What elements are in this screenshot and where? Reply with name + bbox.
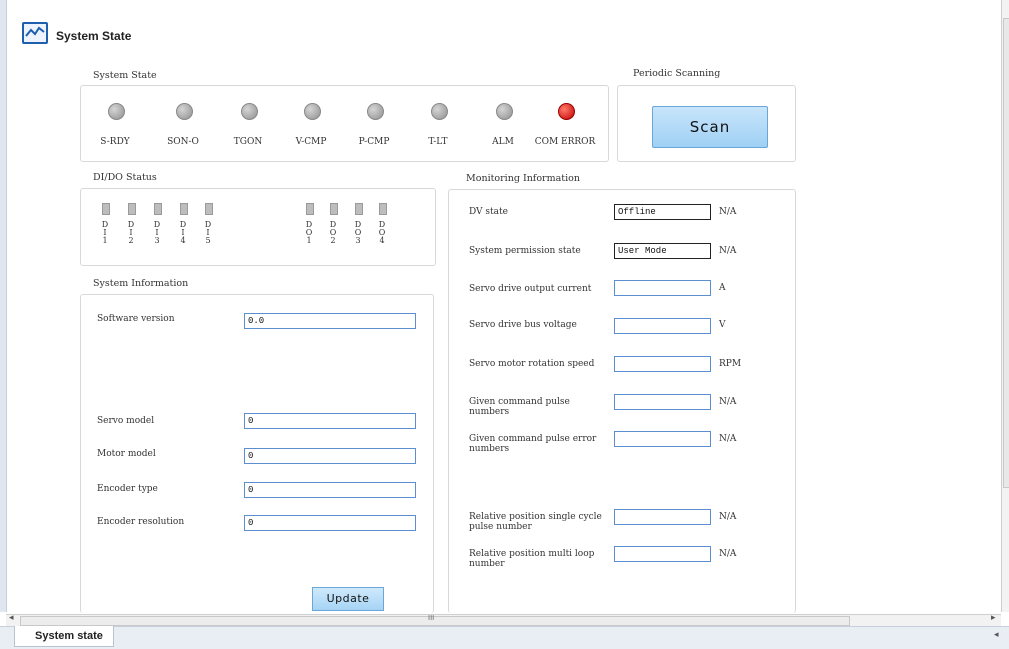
update-button[interactable]: Update bbox=[312, 587, 384, 611]
multi-loop-number-label: Relative position multi loop number bbox=[469, 549, 595, 569]
di-4-indicator bbox=[180, 203, 188, 215]
software-version-field[interactable]: 0.0 bbox=[244, 313, 416, 329]
di-2-label: DI2 bbox=[127, 220, 135, 245]
di-4-label: DI4 bbox=[179, 220, 187, 245]
di-5-label: DI5 bbox=[204, 220, 212, 245]
encoder-resolution-field[interactable]: 0 bbox=[244, 515, 416, 531]
multi-loop-number-unit: N/A bbox=[719, 549, 737, 559]
page-title: System State bbox=[56, 29, 132, 43]
do-1-indicator bbox=[306, 203, 314, 215]
system-permission-state-unit: N/A bbox=[719, 246, 737, 256]
command-pulse-numbers-label: Given command pulse numbers bbox=[469, 397, 570, 417]
system-permission-state-field[interactable]: User Mode bbox=[614, 243, 711, 259]
rotation-speed-label: Servo motor rotation speed bbox=[469, 359, 595, 369]
encoder-resolution-label: Encoder resolution bbox=[97, 517, 185, 527]
led-t-lt bbox=[431, 103, 448, 120]
dido-status-title: DI/DO Status bbox=[93, 172, 157, 183]
led-label-com-error: COM ERROR bbox=[534, 137, 596, 147]
di-1-label: DI1 bbox=[101, 220, 109, 245]
horizontal-scrollbar-thumb[interactable] bbox=[20, 616, 850, 626]
scrollbar-grip: III bbox=[428, 614, 435, 622]
do-3-label: DO3 bbox=[354, 220, 362, 245]
output-current-field[interactable] bbox=[614, 280, 711, 296]
do-3-indicator bbox=[355, 203, 363, 215]
led-label-alm: ALM bbox=[492, 137, 514, 147]
motor-model-field[interactable]: 0 bbox=[244, 448, 416, 464]
led-label-p-cmp: P-CMP bbox=[358, 137, 390, 147]
command-pulse-numbers-unit: N/A bbox=[719, 397, 737, 407]
command-pulse-error-field[interactable] bbox=[614, 431, 711, 447]
led-label-v-cmp: V-CMP bbox=[295, 137, 327, 147]
multi-loop-number-field[interactable] bbox=[614, 546, 711, 562]
scroll-right-arrow-icon[interactable]: ▸ bbox=[991, 613, 996, 623]
led-son-o bbox=[176, 103, 193, 120]
encoder-type-label: Encoder type bbox=[97, 484, 158, 494]
rotation-speed-field[interactable] bbox=[614, 356, 711, 372]
left-panel-edge bbox=[0, 0, 7, 612]
tab-bar bbox=[0, 626, 1009, 649]
led-alm bbox=[496, 103, 513, 120]
single-cycle-pulse-unit: N/A bbox=[719, 512, 737, 522]
dv-state-field[interactable]: Offline bbox=[614, 204, 711, 220]
command-pulse-error-label: Given command pulse error numbers bbox=[469, 434, 597, 454]
led-s-rdy bbox=[108, 103, 125, 120]
encoder-type-field[interactable]: 0 bbox=[244, 482, 416, 498]
software-version-label: Software version bbox=[97, 314, 175, 324]
do-4-label: DO4 bbox=[378, 220, 386, 245]
rotation-speed-unit: RPM bbox=[719, 359, 742, 369]
led-com-error bbox=[558, 103, 575, 120]
led-label-tgon: TGON bbox=[233, 137, 263, 147]
tab-scroll-left-icon[interactable]: ◂ bbox=[994, 630, 999, 640]
scroll-left-arrow-icon[interactable]: ◂ bbox=[9, 613, 14, 623]
led-label-s-rdy: S-RDY bbox=[100, 137, 130, 147]
command-pulse-numbers-field[interactable] bbox=[614, 394, 711, 410]
led-v-cmp bbox=[304, 103, 321, 120]
command-pulse-error-unit: N/A bbox=[719, 434, 737, 444]
led-tgon bbox=[241, 103, 258, 120]
do-2-indicator bbox=[330, 203, 338, 215]
vertical-scrollbar-thumb[interactable] bbox=[1003, 18, 1009, 488]
bus-voltage-label: Servo drive bus voltage bbox=[469, 320, 577, 330]
led-p-cmp bbox=[367, 103, 384, 120]
led-label-son-o: SON-O bbox=[167, 137, 199, 147]
output-current-unit: A bbox=[719, 283, 726, 293]
bus-voltage-unit: V bbox=[719, 320, 726, 330]
servo-model-label: Servo model bbox=[97, 416, 155, 426]
periodic-scanning-title: Periodic Scanning bbox=[633, 68, 721, 79]
monitor-chart-icon bbox=[22, 22, 48, 44]
system-state-panel bbox=[80, 85, 609, 162]
di-5-indicator bbox=[205, 203, 213, 215]
system-state-group-title: System State bbox=[93, 70, 157, 81]
do-2-label: DO2 bbox=[329, 220, 337, 245]
system-information-title: System Information bbox=[93, 278, 189, 289]
system-permission-state-label: System permission state bbox=[469, 246, 581, 256]
dv-state-label: DV state bbox=[469, 207, 508, 217]
di-3-label: DI3 bbox=[153, 220, 161, 245]
single-cycle-pulse-label: Relative position single cycle pulse num… bbox=[469, 512, 602, 532]
bus-voltage-field[interactable] bbox=[614, 318, 711, 334]
di-1-indicator bbox=[102, 203, 110, 215]
do-4-indicator bbox=[379, 203, 387, 215]
do-1-label: DO1 bbox=[305, 220, 313, 245]
motor-model-label: Motor model bbox=[97, 449, 156, 459]
scan-button[interactable]: Scan bbox=[652, 106, 768, 148]
dv-state-unit: N/A bbox=[719, 207, 737, 217]
di-3-indicator bbox=[154, 203, 162, 215]
single-cycle-pulse-field[interactable] bbox=[614, 509, 711, 525]
led-label-t-lt: T-LT bbox=[428, 137, 448, 147]
output-current-label: Servo drive output current bbox=[469, 284, 592, 294]
tab-system-state[interactable]: System state bbox=[14, 626, 114, 647]
monitoring-information-title: Monitoring Information bbox=[466, 173, 580, 184]
servo-model-field[interactable]: 0 bbox=[244, 413, 416, 429]
di-2-indicator bbox=[128, 203, 136, 215]
